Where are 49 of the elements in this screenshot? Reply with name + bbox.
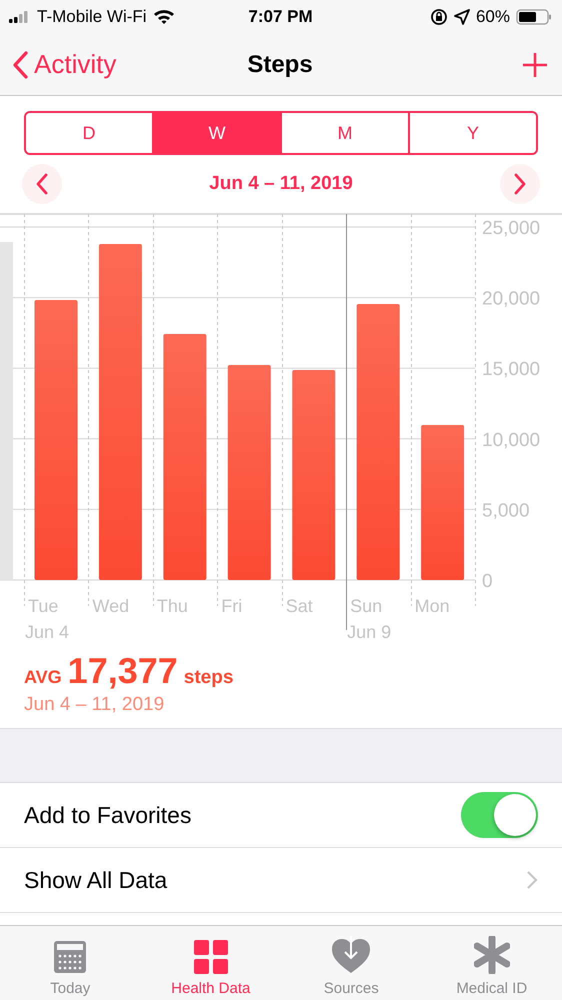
chevron-icon — [526, 870, 538, 890]
favorites-toggle[interactable] — [461, 792, 538, 838]
next-button[interactable] — [500, 164, 540, 204]
average-label: AVG — [24, 667, 62, 688]
day-label: Fri — [221, 596, 242, 616]
wifi-icon — [152, 9, 175, 25]
tab-bar-item[interactable]: Medical ID — [422, 926, 562, 1000]
y-tick-label: 25,000 — [482, 218, 540, 239]
clock-time: 7:07 PM — [248, 7, 313, 27]
tab-bar-item[interactable]: Health Data — [140, 926, 281, 1000]
calendar-icon — [53, 940, 88, 974]
y-tick-label: 15,000 — [482, 359, 540, 380]
date-label: Jun 9 — [347, 622, 392, 642]
day-label: Sat — [286, 596, 313, 616]
rotation-lock-icon — [430, 8, 448, 26]
day-label: Wed — [92, 596, 130, 616]
row-label[interactable]: Show All Data — [24, 866, 168, 894]
day-label: Sun — [350, 596, 382, 616]
screen-title: Steps — [247, 50, 313, 78]
period-tab[interactable]: Y — [408, 113, 536, 153]
back-button[interactable]: Activity — [12, 49, 248, 80]
add-icon[interactable] — [522, 52, 548, 78]
y-tick-label: 5,000 — [482, 500, 530, 522]
day-label: Mon — [414, 596, 450, 616]
row-label: Add to Favorites — [24, 802, 192, 828]
location-icon — [454, 9, 470, 25]
y-tick-label: 10,000 — [482, 430, 540, 451]
heart-download-icon — [331, 936, 372, 974]
average-unit: steps — [184, 667, 234, 689]
y-tick-label: 20,000 — [482, 288, 540, 310]
day-label: Thu — [156, 596, 188, 616]
y-tick-label: 0 — [482, 571, 493, 592]
left-chevron-icon — [35, 173, 49, 195]
tab-bar-item[interactable]: Sources — [281, 926, 422, 1000]
date-label: Jun 4 — [25, 622, 70, 642]
day-label: Tue — [28, 596, 58, 616]
tab-bar-item[interactable]: Today — [0, 926, 140, 1000]
period-tab[interactable]: W — [152, 113, 280, 153]
back-chevron-icon — [12, 50, 28, 78]
date-range: Jun 4 – 11, 2019 — [209, 173, 353, 195]
average-value: 17,377 — [68, 650, 178, 692]
right-chevron-icon — [512, 173, 527, 195]
previous-button[interactable] — [22, 164, 62, 204]
carrier-name: T-Mobile Wi-Fi — [37, 7, 147, 27]
asterisk-icon — [474, 936, 510, 974]
average-date-range: Jun 4 – 11, 2019 — [24, 694, 166, 716]
battery-percent: 60% — [476, 7, 510, 27]
battery-icon — [516, 9, 552, 25]
grid-icon — [194, 940, 228, 974]
